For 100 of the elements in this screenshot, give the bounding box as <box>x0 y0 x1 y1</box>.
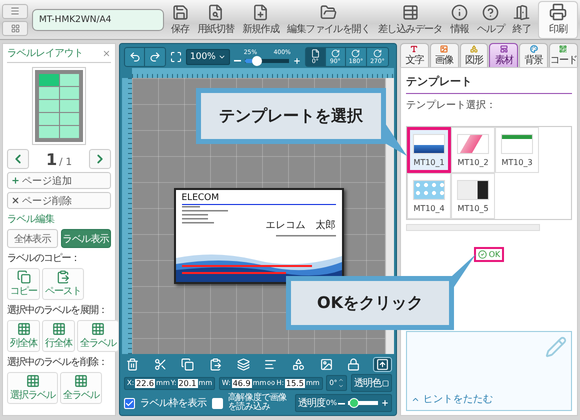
tab[interactable]: コード <box>548 43 578 67</box>
tab[interactable]: 素材 <box>489 43 518 67</box>
grid-icon <box>74 374 88 388</box>
grid-icon <box>91 322 105 336</box>
number-field[interactable]: 22.6 <box>135 378 156 388</box>
template-item[interactable]: MT10_4 <box>407 173 451 219</box>
number-field[interactable]: 20.1 <box>178 378 198 388</box>
delete-page-button[interactable]: ページ削除 <box>7 192 111 209</box>
fit-icon[interactable] <box>170 51 182 63</box>
plus-icon[interactable] <box>380 399 389 407</box>
menu-button[interactable] <box>2 4 28 18</box>
close-icon <box>11 196 20 205</box>
zoom-select[interactable]: 100% <box>186 49 230 65</box>
opacity-slider[interactable] <box>348 398 378 408</box>
tool-button[interactable] <box>234 358 252 371</box>
person-name: エレコム 太郎 <box>266 218 336 232</box>
view-toggle-button[interactable]: ラベル表示 <box>60 229 111 248</box>
transparent-color-button[interactable]: 透明色 <box>350 374 392 392</box>
checkbox-label: 高解像度で画像を読み込み <box>228 394 288 412</box>
plus-icon <box>11 176 20 185</box>
door-icon <box>513 4 530 20</box>
view-toggle-button[interactable]: 全体表示 <box>7 229 58 248</box>
toolbar-button[interactable]: 新規作成 <box>241 4 280 36</box>
template-thumbnail <box>413 180 445 200</box>
business-card[interactable]: ELECOM エレコム 太郎 <box>174 188 344 284</box>
template-item[interactable]: MT10_1 <box>407 127 451 173</box>
file-name-field[interactable]: MT-HMK2WN/A4 <box>32 8 164 30</box>
link-icon[interactable] <box>267 379 276 387</box>
rotate-icon <box>351 49 360 58</box>
horizontal-scrollbar[interactable] <box>406 224 540 231</box>
pencil-icon <box>545 336 567 358</box>
template-thumbnail <box>457 180 489 200</box>
toolbar-button[interactable]: 保存 <box>170 4 190 36</box>
layout-cell[interactable] <box>60 87 79 99</box>
print-button[interactable]: 印刷 <box>538 0 578 38</box>
help-icon <box>482 4 500 20</box>
layout-cell[interactable] <box>60 126 79 138</box>
new-document-icon <box>252 4 270 20</box>
toolbar-button[interactable]: 情報 <box>449 4 470 36</box>
number-field[interactable]: 46.9 <box>232 378 252 388</box>
label-action-button[interactable]: 列全体 <box>7 320 40 352</box>
label-action-button[interactable]: 選択ラベル <box>7 372 58 404</box>
image-icon <box>320 358 333 371</box>
document-search-icon <box>207 4 224 20</box>
tool-button[interactable] <box>179 358 196 371</box>
group-title: ラベルのコピー： <box>7 252 81 265</box>
toolbar-button[interactable]: 用紙切替 <box>196 4 236 36</box>
plus-icon[interactable] <box>292 56 301 64</box>
label-action-button[interactable]: 行全体 <box>42 320 75 352</box>
checkbox[interactable] <box>212 398 223 408</box>
tab[interactable]: 文字 <box>400 43 429 67</box>
shapes-icon <box>292 358 305 371</box>
toolbar-button[interactable]: 終了 <box>512 4 532 36</box>
ok-button[interactable]: OK <box>474 247 504 262</box>
minus-icon[interactable] <box>234 57 241 64</box>
template-item[interactable]: MT10_5 <box>451 173 495 219</box>
label-action-button[interactable]: コピー <box>7 268 40 300</box>
toolbar-button[interactable]: 差し込みデータ <box>377 4 444 36</box>
hint-collapse-link[interactable]: ヒントをたたむ <box>411 392 567 406</box>
undo-icon <box>128 51 140 63</box>
slider-thumb[interactable] <box>252 56 262 66</box>
label-action-button[interactable]: ペースト <box>42 268 84 300</box>
next-page-button[interactable] <box>89 149 111 169</box>
tool-button[interactable] <box>372 357 392 372</box>
layout-cell[interactable] <box>39 126 58 138</box>
tab[interactable]: 画像 <box>430 43 459 67</box>
group-title: 選択中のラベルを削除： <box>7 356 108 369</box>
slider-thumb[interactable] <box>348 398 359 408</box>
tab[interactable]: 背景 <box>519 43 548 67</box>
grid-icon <box>10 24 20 32</box>
label-action-button[interactable]: 全ラベル <box>77 320 119 352</box>
layout-cell[interactable] <box>39 87 58 99</box>
toolbar-button[interactable]: 編集ファイルを開く <box>286 4 371 36</box>
grid-icon <box>16 322 30 336</box>
template-item[interactable]: MT10_2 <box>451 127 495 173</box>
panel-title: ラベルレイアウト <box>7 47 83 60</box>
template-thumbnail <box>413 134 445 154</box>
tool-button[interactable] <box>124 358 141 371</box>
paste-icon <box>56 270 70 284</box>
layout-cell[interactable] <box>60 74 79 86</box>
layout-cell[interactable] <box>60 113 79 125</box>
layout-cell[interactable] <box>60 100 79 112</box>
copy-icon <box>181 358 194 371</box>
label-action-button[interactable]: 全ラベル <box>60 372 102 404</box>
number-field[interactable]: 15.5 <box>284 378 305 388</box>
lock-icon <box>347 358 360 371</box>
checkbox[interactable] <box>124 398 135 408</box>
previous-page-button[interactable] <box>7 149 29 169</box>
toolbar-button[interactable]: ヘルプ <box>476 4 506 36</box>
checkbox-label: ラベル枠を表示 <box>140 396 207 410</box>
tab[interactable]: 図形 <box>460 43 488 67</box>
grid-view-button[interactable] <box>2 20 28 36</box>
close-icon[interactable] <box>102 48 111 58</box>
layout-cell[interactable] <box>39 100 58 112</box>
layout-cell[interactable] <box>39 74 58 86</box>
align-icon <box>264 358 278 371</box>
template-item[interactable]: MT10_3 <box>495 127 539 173</box>
template-thumbnail <box>501 134 533 154</box>
layout-cell[interactable] <box>39 113 58 125</box>
add-page-button[interactable]: ページ追加 <box>7 172 111 189</box>
